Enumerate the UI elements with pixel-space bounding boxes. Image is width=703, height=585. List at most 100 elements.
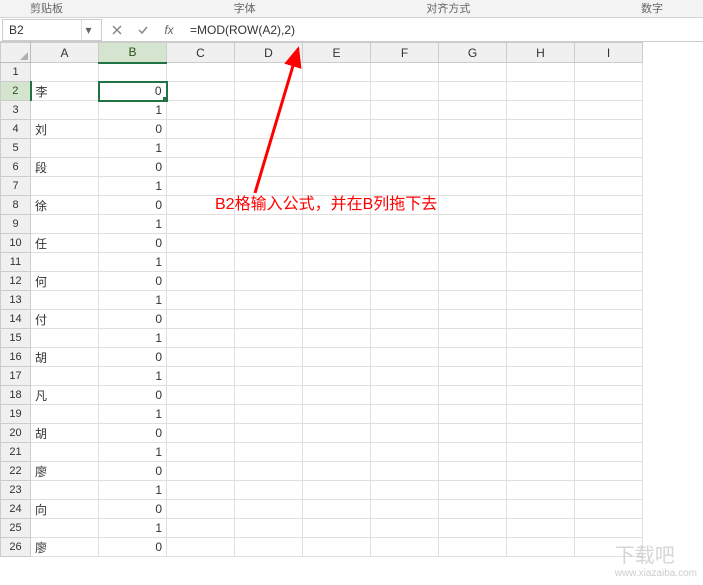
cell[interactable]: 1 bbox=[99, 329, 167, 348]
row-header[interactable]: 21 bbox=[1, 443, 31, 462]
cell[interactable]: 任 bbox=[31, 234, 99, 253]
cell[interactable] bbox=[371, 139, 439, 158]
cell[interactable] bbox=[371, 215, 439, 234]
column-header-A[interactable]: A bbox=[31, 43, 99, 63]
cell[interactable] bbox=[167, 405, 235, 424]
row-header[interactable]: 20 bbox=[1, 424, 31, 443]
cell[interactable] bbox=[167, 158, 235, 177]
cell[interactable] bbox=[303, 253, 371, 272]
cell[interactable] bbox=[371, 272, 439, 291]
cell[interactable] bbox=[371, 424, 439, 443]
cell[interactable] bbox=[371, 310, 439, 329]
cell[interactable]: 0 bbox=[99, 386, 167, 405]
cell[interactable] bbox=[167, 253, 235, 272]
cell[interactable] bbox=[439, 196, 507, 215]
cell[interactable] bbox=[167, 291, 235, 310]
cell[interactable] bbox=[371, 82, 439, 101]
cell[interactable] bbox=[371, 158, 439, 177]
cell[interactable] bbox=[507, 481, 575, 500]
cell[interactable]: 0 bbox=[99, 120, 167, 139]
row-header[interactable]: 3 bbox=[1, 101, 31, 120]
row-header[interactable]: 14 bbox=[1, 310, 31, 329]
cell[interactable] bbox=[31, 139, 99, 158]
cell[interactable] bbox=[235, 443, 303, 462]
cell[interactable] bbox=[439, 291, 507, 310]
cell[interactable] bbox=[575, 310, 643, 329]
cell[interactable] bbox=[507, 519, 575, 538]
spreadsheet-grid[interactable]: ABCDEFGHI 12李0314刘0516段0718徐09110任011112… bbox=[0, 42, 643, 557]
cell[interactable] bbox=[439, 443, 507, 462]
cell[interactable] bbox=[31, 481, 99, 500]
cell[interactable] bbox=[371, 234, 439, 253]
cell[interactable]: 廖 bbox=[31, 462, 99, 481]
column-header-F[interactable]: F bbox=[371, 43, 439, 63]
row-header[interactable]: 23 bbox=[1, 481, 31, 500]
cell[interactable] bbox=[439, 500, 507, 519]
cell[interactable] bbox=[235, 234, 303, 253]
cell[interactable]: 0 bbox=[99, 462, 167, 481]
cell[interactable]: 0 bbox=[99, 82, 167, 101]
cell[interactable] bbox=[235, 538, 303, 557]
cell[interactable] bbox=[235, 329, 303, 348]
cancel-button[interactable] bbox=[104, 19, 130, 41]
cell[interactable]: 1 bbox=[99, 405, 167, 424]
cell[interactable] bbox=[303, 500, 371, 519]
cell[interactable] bbox=[167, 329, 235, 348]
cell[interactable] bbox=[303, 424, 371, 443]
cell[interactable] bbox=[99, 63, 167, 82]
cell[interactable] bbox=[371, 367, 439, 386]
cell[interactable] bbox=[439, 63, 507, 82]
cell[interactable] bbox=[439, 272, 507, 291]
cell[interactable] bbox=[235, 63, 303, 82]
cell[interactable] bbox=[167, 386, 235, 405]
cell[interactable] bbox=[167, 367, 235, 386]
cell[interactable] bbox=[439, 424, 507, 443]
cell[interactable] bbox=[235, 481, 303, 500]
cell[interactable] bbox=[439, 139, 507, 158]
cell[interactable] bbox=[303, 215, 371, 234]
cell[interactable] bbox=[439, 101, 507, 120]
cell[interactable] bbox=[235, 424, 303, 443]
cell[interactable] bbox=[507, 424, 575, 443]
cell[interactable] bbox=[235, 215, 303, 234]
cell[interactable] bbox=[371, 253, 439, 272]
cell[interactable] bbox=[371, 348, 439, 367]
row-header[interactable]: 25 bbox=[1, 519, 31, 538]
cell[interactable] bbox=[507, 310, 575, 329]
cell[interactable] bbox=[575, 82, 643, 101]
cell[interactable] bbox=[575, 481, 643, 500]
row-header[interactable]: 13 bbox=[1, 291, 31, 310]
cell[interactable] bbox=[31, 405, 99, 424]
cell[interactable] bbox=[303, 329, 371, 348]
cell[interactable]: 1 bbox=[99, 291, 167, 310]
column-header-G[interactable]: G bbox=[439, 43, 507, 63]
cell[interactable] bbox=[235, 462, 303, 481]
cell[interactable]: 1 bbox=[99, 215, 167, 234]
cell[interactable] bbox=[439, 234, 507, 253]
cell[interactable] bbox=[303, 291, 371, 310]
cell[interactable] bbox=[575, 177, 643, 196]
cell[interactable] bbox=[167, 82, 235, 101]
cell[interactable] bbox=[371, 291, 439, 310]
cell[interactable] bbox=[507, 291, 575, 310]
cell[interactable] bbox=[303, 538, 371, 557]
cell[interactable] bbox=[439, 82, 507, 101]
cell[interactable] bbox=[575, 158, 643, 177]
cell[interactable] bbox=[439, 481, 507, 500]
row-header[interactable]: 17 bbox=[1, 367, 31, 386]
cell[interactable] bbox=[575, 424, 643, 443]
cell[interactable] bbox=[575, 367, 643, 386]
cell[interactable] bbox=[371, 405, 439, 424]
cell[interactable]: 段 bbox=[31, 158, 99, 177]
enter-button[interactable] bbox=[130, 19, 156, 41]
cell[interactable] bbox=[507, 329, 575, 348]
cell[interactable] bbox=[303, 158, 371, 177]
name-box-dropdown-icon[interactable]: ▾ bbox=[81, 20, 95, 40]
row-header[interactable]: 9 bbox=[1, 215, 31, 234]
cell[interactable]: 刘 bbox=[31, 120, 99, 139]
row-header[interactable]: 12 bbox=[1, 272, 31, 291]
name-box[interactable]: B2 ▾ bbox=[2, 19, 102, 41]
cell[interactable] bbox=[507, 177, 575, 196]
cell[interactable] bbox=[303, 348, 371, 367]
cell[interactable] bbox=[167, 538, 235, 557]
